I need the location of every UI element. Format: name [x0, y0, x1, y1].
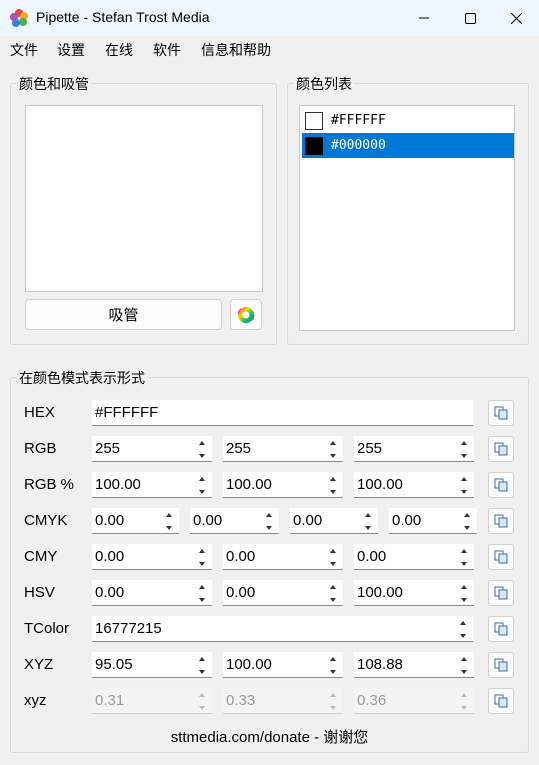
xyz-label: XYZ	[24, 656, 54, 673]
hsv-s-spinner[interactable]	[325, 580, 341, 606]
maximize-button[interactable]	[447, 0, 493, 36]
hsv-label: HSV	[24, 584, 55, 601]
copy-xyz-button[interactable]	[488, 652, 514, 678]
xyz-chromaticity-label: xyz	[24, 692, 47, 709]
copy-icon	[494, 442, 508, 456]
rgb-label: RGB	[24, 440, 57, 457]
eyedropper-button[interactable]: 吸管	[25, 299, 222, 330]
cmy-c-spinner[interactable]	[194, 544, 210, 570]
color-list-item-selected[interactable]: #000000	[302, 133, 514, 158]
tcolor-input[interactable]: 16777215	[92, 616, 473, 642]
hsv-h-spinner[interactable]	[194, 580, 210, 606]
tcolor-spinner[interactable]	[455, 616, 471, 642]
hex-input[interactable]: #FFFFFF	[92, 400, 473, 426]
eyedropper-button-label: 吸管	[108, 307, 139, 324]
rgb-percent-r-spinner[interactable]	[194, 472, 210, 498]
xyz-chromaticity-z-spinner	[456, 688, 472, 714]
color-wheel-button[interactable]	[230, 299, 262, 330]
cmyk-m-spinner[interactable]	[261, 508, 277, 534]
copy-icon	[494, 550, 508, 564]
copy-icon	[494, 586, 508, 600]
copy-rgb-button[interactable]	[488, 436, 514, 462]
xyz-z-spinner[interactable]	[456, 652, 472, 678]
maximize-icon	[464, 12, 476, 24]
menu-software[interactable]: 软件	[153, 40, 181, 60]
close-button[interactable]	[493, 0, 539, 36]
copy-icon	[494, 658, 508, 672]
copy-hsv-button[interactable]	[488, 580, 514, 606]
color-wheel-icon	[237, 305, 255, 324]
rgb-percent-b-spinner[interactable]	[456, 472, 472, 498]
cmyk-label: CMYK	[24, 512, 68, 529]
window-title: Pipette - Stefan Trost Media	[36, 9, 210, 25]
color-preview	[25, 105, 263, 292]
hex-label: HEX	[24, 404, 55, 421]
picker-group-title: 颜色和吸管	[17, 74, 91, 94]
cmyk-k-spinner[interactable]	[459, 508, 475, 534]
color-swatch	[305, 111, 323, 130]
copy-icon	[494, 694, 508, 708]
copy-rgb-percent-button[interactable]	[488, 472, 514, 498]
cmy-m-spinner[interactable]	[325, 544, 341, 570]
minimize-button[interactable]	[401, 0, 447, 36]
xyz-chromaticity-y-spinner	[325, 688, 341, 714]
copy-icon	[494, 478, 508, 492]
menu-bar: 文件 设置 在线 软件 信息和帮助	[0, 36, 539, 62]
cmy-label: CMY	[24, 548, 58, 565]
cmyk-y-spinner[interactable]	[360, 508, 376, 534]
rgb-percent-g-spinner[interactable]	[325, 472, 341, 498]
title-bar: Pipette - Stefan Trost Media	[0, 0, 539, 36]
color-list[interactable]: #FFFFFF #000000	[299, 105, 515, 331]
rgb-r-spinner[interactable]	[194, 436, 210, 462]
menu-online[interactable]: 在线	[105, 40, 133, 60]
copy-cmyk-button[interactable]	[488, 508, 514, 534]
hsv-v-spinner[interactable]	[456, 580, 472, 606]
cmy-y-spinner[interactable]	[456, 544, 472, 570]
rgb-percent-label: RGB %	[24, 476, 75, 493]
copy-tcolor-button[interactable]	[488, 616, 514, 642]
pipette-app-icon	[10, 9, 28, 27]
minimize-icon	[419, 17, 429, 19]
copy-hex-button[interactable]	[488, 400, 514, 426]
menu-info-help[interactable]: 信息和帮助	[201, 40, 271, 60]
color-modes-group-title: 在颜色模式表示形式	[17, 368, 147, 388]
color-swatch	[305, 136, 323, 155]
xyz-chromaticity-x-spinner	[194, 688, 210, 714]
color-list-item[interactable]: #FFFFFF	[302, 108, 514, 133]
copy-xyz-chromaticity-button[interactable]	[488, 688, 514, 714]
color-list-group-title: 颜色列表	[294, 74, 354, 94]
xyz-y-spinner[interactable]	[325, 652, 341, 678]
copy-icon	[494, 622, 508, 636]
donate-link[interactable]: sttmedia.com/donate - 谢谢您	[0, 726, 539, 747]
color-list-item-label: #000000	[331, 138, 386, 153]
tcolor-label: TColor	[24, 620, 70, 637]
copy-cmy-button[interactable]	[488, 544, 514, 570]
copy-icon	[494, 406, 508, 420]
color-list-item-label: #FFFFFF	[331, 113, 386, 128]
menu-file[interactable]: 文件	[10, 40, 38, 60]
cmyk-c-spinner[interactable]	[161, 508, 177, 534]
close-icon	[510, 12, 522, 24]
rgb-g-spinner[interactable]	[325, 436, 341, 462]
menu-settings[interactable]: 设置	[57, 40, 85, 60]
rgb-b-spinner[interactable]	[456, 436, 472, 462]
copy-icon	[494, 514, 508, 528]
xyz-x-spinner[interactable]	[194, 652, 210, 678]
